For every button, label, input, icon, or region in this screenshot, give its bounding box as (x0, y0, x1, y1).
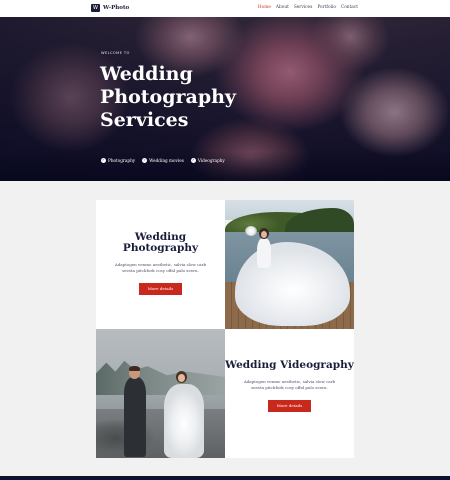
hero-tag-label: Videography (197, 158, 225, 163)
footer-bar (0, 476, 450, 480)
photo-bride-face (178, 374, 185, 382)
hero-tag: ✓ Photography (101, 158, 135, 163)
check-circle-icon: ✓ (142, 158, 148, 163)
hero-eyebrow: WELCOME TO (101, 51, 130, 55)
brand-name: W-Photo (103, 5, 130, 11)
nav-item-contact[interactable]: Contact (341, 5, 358, 10)
photo-rocks (96, 409, 225, 458)
service-description: Adaptogen venmo aesthetic, salvia slow c… (243, 379, 336, 390)
photo-groom (124, 377, 146, 457)
main-nav: Home About Services Portfolio Contact (258, 5, 358, 10)
photo-groom-hair (129, 366, 140, 371)
nav-item-about[interactable]: About (276, 5, 289, 10)
service-description: Adaptogen venmo aesthetic, salvia slow c… (114, 262, 207, 273)
hero-fade (0, 151, 450, 181)
photo-bride-face (261, 231, 267, 238)
service-card-photography: Wedding Photography Adaptogen venmo aest… (96, 200, 225, 329)
check-circle-icon: ✓ (101, 158, 106, 163)
bride-lake-photo (225, 200, 354, 329)
brand-logo[interactable]: W W-Photo (91, 4, 129, 12)
hero-banner: WELCOME TO Wedding Photography Services … (0, 17, 450, 181)
nav-item-services[interactable]: Services (294, 5, 313, 10)
service-title: Wedding Photography (122, 231, 199, 254)
nav-item-portfolio[interactable]: Portfolio (317, 5, 336, 10)
service-card-content: Wedding Videography Adaptogen venmo aest… (225, 360, 354, 412)
couple-beach-photo (96, 329, 225, 458)
nav-item-home[interactable]: Home (258, 5, 271, 10)
service-card-content: Wedding Photography Adaptogen venmo aest… (96, 232, 225, 295)
top-nav-bar: W W-Photo Home About Services Portfolio … (0, 0, 450, 17)
hero-title: Wedding Photography Services (100, 63, 236, 131)
hero-tag: ✓ Videography (190, 158, 225, 163)
photo-bride-torso (257, 238, 271, 268)
photo-bouquet (245, 226, 257, 236)
more-details-button[interactable]: More details (139, 283, 182, 295)
photo-bride-dress (164, 384, 204, 458)
hero-tag: ✓ Wedding movies (142, 158, 184, 163)
hero-tag-label: Photography (108, 158, 136, 163)
services-grid: Wedding Photography Adaptogen venmo aest… (96, 200, 354, 458)
service-card-videography: Wedding Videography Adaptogen venmo aest… (225, 329, 354, 458)
logo-mark-icon: W (91, 4, 100, 12)
service-title: Wedding Videography (225, 359, 354, 371)
hero-tag-label: Wedding movies (149, 158, 184, 163)
hero-tags: ✓ Photography ✓ Wedding movies ✓ Videogr… (101, 158, 225, 163)
more-details-button[interactable]: More details (268, 400, 311, 412)
check-circle-icon: ✓ (190, 158, 196, 163)
